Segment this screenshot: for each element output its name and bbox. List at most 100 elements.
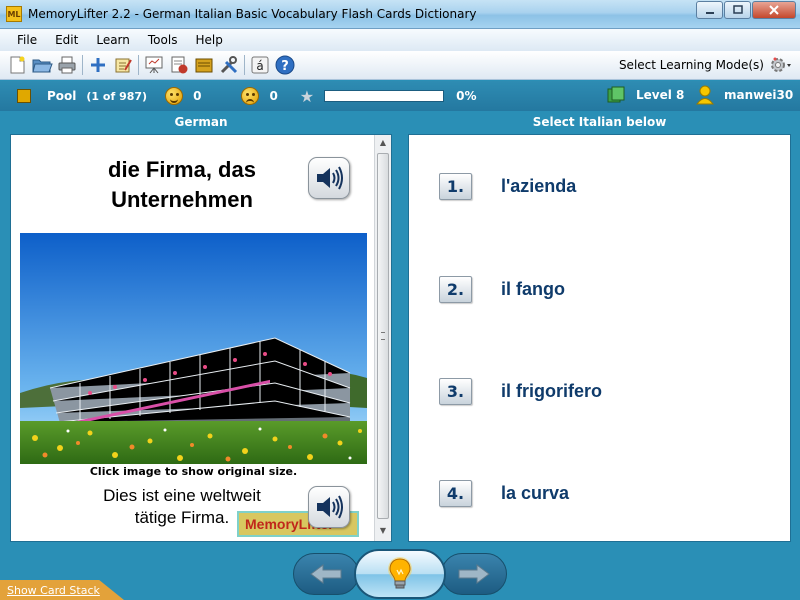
menu-file[interactable]: File <box>8 33 46 47</box>
scroll-thumb[interactable] <box>377 153 389 519</box>
edit-icon <box>115 58 132 73</box>
title-bar: ML MemoryLifter 2.2 - German Italian Bas… <box>0 0 800 29</box>
print-cards-button[interactable] <box>168 54 190 76</box>
level-box-icon <box>607 86 625 103</box>
card-scrollbar[interactable]: ▲ ▼ <box>374 135 391 541</box>
question-line-2: Unternehmen <box>111 187 253 212</box>
image-caption: Click image to show original size. <box>89 465 298 478</box>
tools-button[interactable] <box>218 54 240 76</box>
pool-icon <box>17 89 31 103</box>
card-stack-link-text[interactable]: Show Card Stack <box>7 584 100 597</box>
pool-label: Pool <box>47 89 77 103</box>
close-icon <box>769 5 779 15</box>
progress-percent: 0% <box>456 89 477 103</box>
answer-number-button[interactable]: 1. <box>439 173 472 200</box>
answer-text[interactable]: la curva <box>501 483 569 504</box>
open-folder-icon <box>32 59 53 73</box>
print-button[interactable] <box>56 54 78 76</box>
speaker-icon <box>317 166 343 190</box>
progress-bar <box>324 90 445 102</box>
lightbulb-icon <box>388 557 412 589</box>
user-icon <box>696 85 714 105</box>
new-button[interactable] <box>6 54 28 76</box>
special-char-glyph: á <box>256 59 263 73</box>
scroll-down-icon[interactable]: ▼ <box>378 526 388 538</box>
menu-tools[interactable]: Tools <box>139 33 187 47</box>
answer-panel: 1. l'azienda 2. il fango 3. il frigorife… <box>408 134 791 542</box>
minimize-button[interactable] <box>696 1 723 19</box>
answer-option-3[interactable]: 3. il frigorifero <box>439 378 602 405</box>
menu-help[interactable]: Help <box>186 33 231 47</box>
question-text: die Firma, das Unternehmen <box>29 155 335 215</box>
tools-icon <box>220 56 238 74</box>
question-card-panel: die Firma, das Unternehmen Click image t… <box>10 134 392 542</box>
toolbar-separator <box>244 55 245 75</box>
answer-text[interactable]: il fango <box>501 279 565 300</box>
pool-count: (1 of 987) <box>86 89 148 103</box>
scroll-up-icon[interactable]: ▲ <box>378 138 388 150</box>
learning-mode-label: Select Learning Mode(s) <box>618 58 764 72</box>
toolbar-separator <box>82 55 83 75</box>
answer-number-button[interactable]: 3. <box>439 378 472 405</box>
slideshow-icon <box>145 56 163 74</box>
answer-text[interactable]: il frigorifero <box>501 381 602 402</box>
special-character-button[interactable]: á <box>249 54 271 76</box>
show-answer-button[interactable] <box>354 549 446 599</box>
maximize-icon <box>732 5 743 14</box>
menu-learn[interactable]: Learn <box>87 33 139 47</box>
toolbar: á ? Select Learning Mode(s) <box>0 51 800 80</box>
previous-card-button[interactable] <box>293 553 359 595</box>
app-logo-icon: ML <box>6 6 22 22</box>
question-line-1: die Firma, das <box>108 157 256 182</box>
learning-mode-selector[interactable]: Select Learning Mode(s) <box>619 54 792 76</box>
play-example-audio-button[interactable] <box>308 486 350 528</box>
grip-icon <box>381 332 385 340</box>
card-box-icon <box>195 58 213 73</box>
help-button[interactable]: ? <box>274 54 296 76</box>
special-char-icon: á <box>251 56 269 74</box>
speaker-icon <box>317 495 343 519</box>
wrong-smiley-icon <box>241 87 260 105</box>
card-box-button[interactable] <box>193 54 215 76</box>
answer-option-1[interactable]: 1. l'azienda <box>439 173 576 200</box>
new-file-icon <box>10 56 25 74</box>
close-button[interactable] <box>752 1 796 19</box>
star-icon: ★ <box>299 86 315 106</box>
building-photo <box>20 233 367 464</box>
maximize-button[interactable] <box>724 1 751 19</box>
answer-number-button[interactable]: 2. <box>439 276 472 303</box>
question-column-header: German <box>174 115 228 129</box>
slideshow-button[interactable] <box>143 54 165 76</box>
edit-card-button[interactable] <box>112 54 134 76</box>
correct-smiley-icon <box>165 87 184 105</box>
minimize-icon <box>705 12 714 14</box>
toolbar-separator <box>138 55 139 75</box>
add-card-icon <box>91 58 105 72</box>
help-glyph: ? <box>281 59 289 74</box>
card-image[interactable] <box>20 233 367 464</box>
answer-text[interactable]: l'azienda <box>501 176 576 197</box>
window-controls <box>695 1 796 19</box>
answer-column-header: Select Italian below <box>532 115 667 129</box>
play-question-audio-button[interactable] <box>308 157 350 199</box>
print-cards-icon <box>171 56 188 74</box>
add-card-button[interactable] <box>87 54 109 76</box>
menu-edit[interactable]: Edit <box>46 33 87 47</box>
answer-option-2[interactable]: 2. il fango <box>439 276 565 303</box>
example-line-1: Dies ist eine weltweit <box>103 486 261 505</box>
gear-icon <box>771 57 791 72</box>
print-icon <box>58 56 76 74</box>
arrow-left-icon <box>310 564 342 584</box>
answer-option-4[interactable]: 4. la curva <box>439 480 569 507</box>
menu-bar: File Edit Learn Tools Help <box>0 29 800 51</box>
help-icon: ? <box>275 55 295 75</box>
user-name: manwei30 <box>724 88 794 102</box>
answer-number-button[interactable]: 4. <box>439 480 472 507</box>
arrow-right-icon <box>458 564 490 584</box>
correct-count: 0 <box>193 89 202 103</box>
open-button[interactable] <box>31 54 53 76</box>
wrong-count: 0 <box>269 89 278 103</box>
status-bar: Pool (1 of 987) 0 0 ★ 0% Level 8 manwei3… <box>0 81 800 111</box>
next-card-button[interactable] <box>441 553 507 595</box>
chevron-down-icon <box>787 64 791 67</box>
